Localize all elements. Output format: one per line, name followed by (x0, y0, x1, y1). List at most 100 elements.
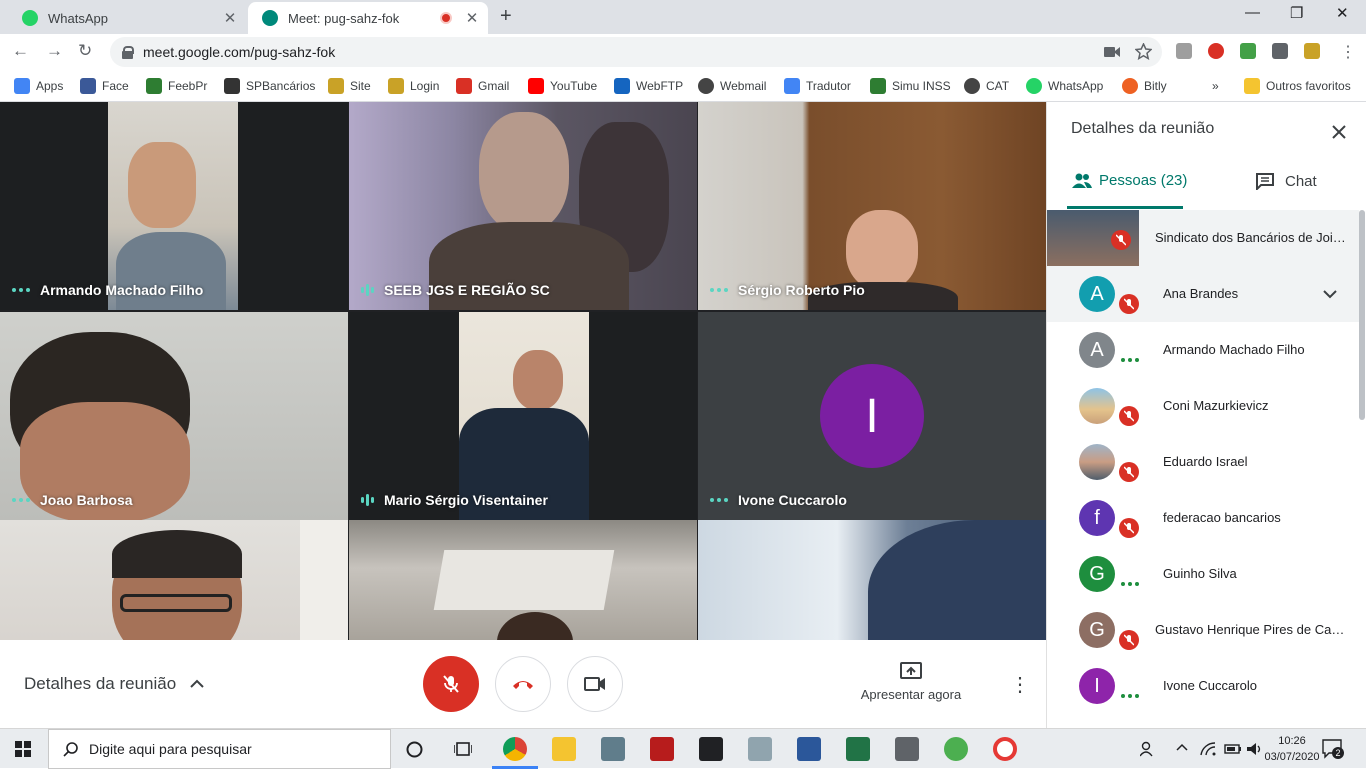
bookmark-webftp[interactable]: WebFTP (614, 76, 683, 96)
people-tray-icon[interactable] (1140, 741, 1156, 757)
bookmarks-overflow-button[interactable]: » (1212, 76, 1219, 96)
bookmark-other-folder[interactable]: Outros favoritos (1244, 76, 1351, 96)
forward-button[interactable]: → (46, 41, 63, 61)
close-tab-icon[interactable]: ✕ (462, 9, 482, 27)
system-clock[interactable]: 10:26 03/07/2020 (1262, 733, 1322, 765)
tab-meet[interactable]: Meet: pug-sahz-fok ✕ (248, 2, 488, 34)
back-button[interactable]: ← (12, 41, 29, 61)
chrome-icon[interactable] (503, 737, 527, 761)
participant-tile[interactable]: Mario Sérgio Visentainer (349, 312, 697, 520)
bookmark-apps[interactable]: Apps (14, 76, 63, 96)
present-now-button[interactable]: Apresentar agora (850, 662, 972, 704)
app-icon[interactable] (650, 737, 674, 761)
bookmark-cat[interactable]: CAT (964, 76, 1009, 96)
tab-whatsapp[interactable]: WhatsApp ✕ (8, 2, 246, 34)
microphone-toggle-button[interactable] (423, 656, 479, 712)
tab-chat[interactable]: Chat (1255, 172, 1317, 190)
bookmark-spbancarios[interactable]: SPBancários (224, 76, 315, 96)
video-feed (108, 102, 238, 310)
meeting-details-button[interactable]: Detalhes da reunião (24, 674, 204, 694)
participant-list-item[interactable]: f federacao bancarios (1047, 490, 1359, 546)
bookmark-site[interactable]: Site (328, 76, 371, 96)
reload-button[interactable]: ↻ (78, 41, 92, 61)
minimize-button[interactable]: — (1245, 4, 1260, 21)
bookmark-youtube[interactable]: YouTube (528, 76, 597, 96)
leave-call-button[interactable] (495, 656, 551, 712)
menu-kebab-icon[interactable]: ⋮ (1340, 42, 1356, 62)
file-explorer-icon[interactable] (552, 737, 576, 761)
action-center-button[interactable]: 2 (1322, 739, 1344, 764)
camera-toggle-button[interactable] (567, 656, 623, 712)
app-icon[interactable] (748, 737, 772, 761)
participant-list-item[interactable]: Coni Mazurkievicz (1047, 378, 1359, 434)
close-panel-icon[interactable] (1331, 124, 1347, 140)
participant-list-item[interactable]: A Armando Machado Filho (1047, 322, 1359, 378)
window-close-button[interactable]: ✕ (1336, 4, 1349, 22)
participant-tile[interactable]: Sérgio Roberto Pio (698, 102, 1046, 310)
participant-list-item[interactable]: Sindicato dos Bancários de Joinville (1047, 210, 1359, 266)
participant-tile[interactable] (0, 520, 348, 640)
participant-name: Gustavo Henrique Pires de Camargo (1155, 622, 1351, 637)
bookmark-webmail[interactable]: Webmail (698, 76, 766, 96)
bookmark-whatsapp[interactable]: WhatsApp (1026, 76, 1103, 96)
bookmark-tradutor[interactable]: Tradutor (784, 76, 851, 96)
notification-count-badge: 2 (1332, 747, 1344, 759)
panel-scrollbar[interactable] (1359, 210, 1365, 420)
bookmark-gmail[interactable]: Gmail (456, 76, 509, 96)
participant-tile[interactable]: I Ivone Cuccarolo (698, 312, 1046, 520)
participant-tile[interactable] (349, 520, 697, 640)
close-tab-icon[interactable]: ✕ (220, 9, 240, 27)
video-feed (868, 520, 1046, 640)
chat-icon (1256, 173, 1274, 190)
calculator-icon[interactable] (601, 737, 625, 761)
whatsapp-icon (1026, 78, 1042, 94)
windows-start-icon[interactable] (15, 741, 31, 757)
extension-icon[interactable] (1208, 43, 1224, 59)
address-bar[interactable]: meet.google.com/pug-sahz-fok (110, 37, 1162, 67)
excel-icon[interactable] (846, 737, 870, 761)
bookmark-star-icon[interactable] (1135, 43, 1152, 60)
participant-tile[interactable] (698, 520, 1046, 640)
restore-button[interactable]: ❐ (1290, 4, 1303, 22)
participant-tile[interactable]: Joao Barbosa (0, 312, 348, 520)
participant-list-item[interactable]: G Guinho Silva (1047, 546, 1359, 602)
participant-avatar-photo (1079, 388, 1115, 424)
clock-date: 03/07/2020 (1264, 751, 1320, 763)
clock-time: 10:26 (1278, 735, 1306, 747)
participant-tile[interactable]: SEEB JGS E REGIÃO SC (349, 102, 697, 310)
network-icon[interactable] (1200, 741, 1216, 757)
bookmark-login[interactable]: Login (388, 76, 439, 96)
participant-tile[interactable]: Armando Machado Filho (0, 102, 348, 310)
more-options-icon[interactable]: ⋮ (1010, 672, 1030, 697)
extension-icon[interactable] (1304, 43, 1320, 59)
participant-list-item[interactable]: G Gustavo Henrique Pires de Camargo (1047, 602, 1359, 658)
chevron-up-icon[interactable] (1176, 743, 1188, 751)
new-tab-button[interactable]: + (500, 5, 512, 28)
camera-permission-icon[interactable] (1104, 46, 1120, 58)
bookmark-face[interactable]: Face (80, 76, 129, 96)
bookmark-simu-inss[interactable]: Simu INSS (870, 76, 951, 96)
utorrent-icon[interactable] (944, 737, 968, 761)
participant-list-item[interactable]: A Ana Brandes (1047, 266, 1359, 322)
task-view-icon[interactable] (454, 741, 472, 757)
taskbar-search-box[interactable]: Digite aqui para pesquisar (48, 729, 391, 769)
puzzle-icon[interactable] (1272, 43, 1288, 59)
video-feed (433, 550, 615, 610)
bookmark-bitly[interactable]: Bitly (1122, 76, 1167, 96)
battery-icon[interactable] (1224, 742, 1242, 756)
word-icon[interactable] (797, 737, 821, 761)
media-player-icon[interactable] (699, 737, 723, 761)
volume-icon[interactable] (1246, 742, 1262, 756)
tab-people[interactable]: Pessoas (23) (1071, 172, 1187, 189)
extension-icon[interactable] (1176, 43, 1192, 59)
bookmark-feebpr[interactable]: FeebPr (146, 76, 207, 96)
participant-list-item[interactable]: I Ivone Cuccarolo (1047, 658, 1359, 714)
extension-icon[interactable] (1240, 43, 1256, 59)
participant-list-item[interactable]: Eduardo Israel (1047, 434, 1359, 490)
audio-dots-icon (1121, 694, 1139, 698)
opera-icon[interactable] (993, 737, 1017, 761)
site-icon (328, 78, 344, 94)
cortana-icon[interactable] (406, 741, 423, 758)
chevron-down-icon[interactable] (1323, 290, 1337, 299)
camera-icon[interactable] (895, 737, 919, 761)
